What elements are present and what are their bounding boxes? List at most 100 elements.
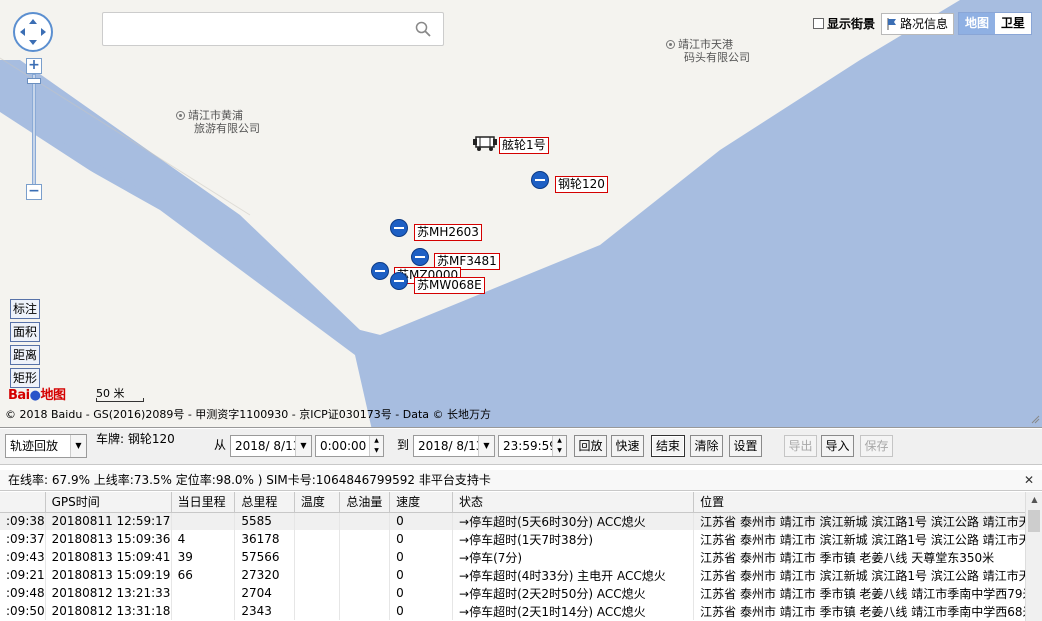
resize-grip-icon[interactable] <box>1030 414 1040 424</box>
column-header[interactable]: 总油量 <box>339 492 391 513</box>
vehicle-marker-icon[interactable] <box>390 272 408 290</box>
poi-huangpu-tourism[interactable]: 靖江市黄浦 旅游有限公司 <box>176 109 260 135</box>
poi-marker-icon <box>176 111 185 120</box>
replay-button[interactable]: 回放 <box>574 435 607 457</box>
vehicle-marker-icon[interactable] <box>371 262 389 280</box>
to-time-spinner[interactable]: 23:59:59 ▲ ▼ <box>498 435 567 457</box>
table-cell: 20180812 13:31:18 <box>45 602 172 620</box>
map-type-switch: 地图 卫星 <box>957 12 1032 35</box>
to-label: 到 <box>397 438 410 452</box>
table-cell: 0 <box>389 530 454 548</box>
settings-button[interactable]: 设置 <box>729 435 762 457</box>
table-cell: 0 <box>389 512 454 530</box>
fast-button[interactable]: 快速 <box>611 435 644 457</box>
table-cell: →停车超时(5天6时30分) ACC熄火 <box>452 512 695 530</box>
street-view-toggle[interactable]: 显示街景 <box>812 15 875 32</box>
map-search-input[interactable] <box>103 13 403 43</box>
table-cell: →停车(7分) <box>452 548 695 566</box>
map-type-map-button[interactable]: 地图 <box>958 13 995 34</box>
end-button[interactable]: 结束 <box>651 435 685 457</box>
vertical-scrollbar[interactable]: ▲ <box>1025 492 1042 621</box>
table-row[interactable]: :09:50 20180812 13:31:18 2343 0 →停车超时(2天1时14… <box>0 602 1042 620</box>
table-row[interactable]: :09:43 20180813 15:09:41 39 57566 0 →停车(7分) 江苏… <box>0 548 1042 566</box>
table-cell <box>294 584 341 602</box>
chevron-down-icon[interactable]: ▼ <box>478 436 494 456</box>
table-cell: 江苏省 泰州市 靖江市 季市镇 老姜八线 靖江市季南中学西79米 <box>693 584 1042 602</box>
chevron-down-icon[interactable]: ▼ <box>70 435 86 457</box>
chevron-down-icon[interactable]: ▼ <box>295 436 311 456</box>
spinner-arrows-icon[interactable]: ▲ ▼ <box>552 436 566 456</box>
save-button[interactable]: 保存 <box>860 435 893 457</box>
table-row[interactable]: :09:21 20180813 15:09:19 66 27320 0 →停车超时(4时3… <box>0 566 1042 584</box>
table-cell: 36178 <box>234 530 295 548</box>
column-header[interactable]: 状态 <box>452 492 695 513</box>
table-cell: 57566 <box>234 548 295 566</box>
table-cell: 39 <box>171 548 236 566</box>
from-date-picker[interactable]: 2018/ 8/13 ▼ <box>230 435 312 457</box>
table-cell: 20180811 12:59:17 <box>45 512 172 530</box>
scroll-up-icon[interactable]: ▲ <box>1026 492 1042 508</box>
from-date-value: 2018/ 8/13 <box>235 439 301 453</box>
from-time-spinner[interactable]: 0:00:00 ▲ ▼ <box>315 435 384 457</box>
mode-select-value: 轨迹回放 <box>10 439 59 453</box>
column-header[interactable]: 速度 <box>389 492 454 513</box>
to-date-picker[interactable]: 2018/ 8/13 ▼ <box>413 435 495 457</box>
export-button[interactable]: 导出 <box>784 435 817 457</box>
column-header[interactable] <box>0 492 46 513</box>
clear-button[interactable]: 清除 <box>690 435 723 457</box>
close-icon[interactable]: ✕ <box>1024 470 1034 490</box>
table-body: :09:38 20180811 12:59:17 5585 0 →停车超时(5天6时30… <box>0 512 1042 620</box>
zoom-slider-track[interactable] <box>32 74 36 186</box>
status-text: 在线率: 67.9% 上线率:73.5% 定位率:98.0% ) SIM卡号:1… <box>8 473 491 487</box>
table-cell: 20180813 15:09:19 <box>45 566 172 584</box>
tool-mark-button[interactable]: 标注 <box>10 299 41 319</box>
vehicle-marker-icon[interactable] <box>411 248 429 266</box>
truck-icon[interactable] <box>473 134 497 152</box>
column-header[interactable]: 温度 <box>294 492 341 513</box>
table-row[interactable]: :09:38 20180811 12:59:17 5585 0 →停车超时(5天6时30… <box>0 512 1042 530</box>
tool-area-button[interactable]: 面积 <box>10 322 41 342</box>
table-cell: 4 <box>171 530 236 548</box>
table-row[interactable]: :09:48 20180812 13:21:33 2704 0 →停车超时(2天2时50… <box>0 584 1042 602</box>
plate-label: 车牌: 钢轮120 <box>96 432 175 446</box>
zoom-slider-knob[interactable] <box>27 78 41 84</box>
vehicle-label[interactable]: 苏MH2603 <box>414 224 482 241</box>
table-header-row: GPS时间 当日里程 总里程 温度 总油量 速度 状态 位置 <box>0 492 1042 513</box>
table-cell <box>294 530 341 548</box>
column-header[interactable]: 当日里程 <box>171 492 236 513</box>
search-icon[interactable] <box>415 21 431 37</box>
zoom-control: + − <box>26 56 42 201</box>
traffic-button[interactable]: 路况信息 <box>880 12 954 35</box>
street-view-label: 显示街景 <box>826 17 875 31</box>
pan-control[interactable] <box>13 12 53 52</box>
vehicle-label[interactable]: 钢轮120 <box>555 176 608 193</box>
baidu-logo: Bai●地图 <box>8 388 66 403</box>
map-view[interactable]: + − 靖江市黄浦 旅游有限公司 靖江市天港 码头有限公司 舷轮1号 钢轮120… <box>0 0 1042 428</box>
import-button[interactable]: 导入 <box>821 435 854 457</box>
checkbox-icon[interactable] <box>812 18 824 29</box>
zoom-in-button[interactable]: + <box>26 58 42 74</box>
table-cell: →停车超时(2天2时50分) ACC熄火 <box>452 584 695 602</box>
map-type-satellite-button[interactable]: 卫星 <box>994 13 1031 34</box>
scrollbar-thumb[interactable] <box>1028 510 1040 532</box>
poi-name: 靖江市黄浦 <box>188 109 243 122</box>
replay-toolbar: 轨迹回放 ▼ 车牌: 钢轮120 从 2018/ 8/13 ▼ 0:00:00 … <box>0 429 1042 465</box>
spinner-arrows-icon[interactable]: ▲ ▼ <box>369 436 383 456</box>
traffic-flag-icon <box>887 17 896 30</box>
mode-select[interactable]: 轨迹回放 ▼ <box>5 434 87 458</box>
column-header[interactable]: 总里程 <box>234 492 295 513</box>
table-cell: 66 <box>171 566 236 584</box>
from-label: 从 <box>214 438 227 452</box>
history-table: GPS时间 当日里程 总里程 温度 总油量 速度 状态 位置 :09:38 20180811 1… <box>0 492 1042 620</box>
table-row[interactable]: :09:37 20180813 15:09:36 4 36178 0 →停车超时(1天7时… <box>0 530 1042 548</box>
zoom-out-button[interactable]: − <box>26 184 42 200</box>
column-header[interactable]: 位置 <box>693 492 1042 513</box>
vehicle-marker-icon[interactable] <box>531 171 549 189</box>
poi-tiangang-wharf[interactable]: 靖江市天港 码头有限公司 <box>666 38 750 64</box>
vehicle-label[interactable]: 舷轮1号 <box>499 137 549 154</box>
tool-distance-button[interactable]: 距离 <box>10 345 41 365</box>
vehicle-marker-icon[interactable] <box>390 219 408 237</box>
to-time-value: 23:59:59 <box>503 439 557 453</box>
vehicle-label[interactable]: 苏MW068E <box>414 277 485 294</box>
column-header[interactable]: GPS时间 <box>45 492 172 513</box>
